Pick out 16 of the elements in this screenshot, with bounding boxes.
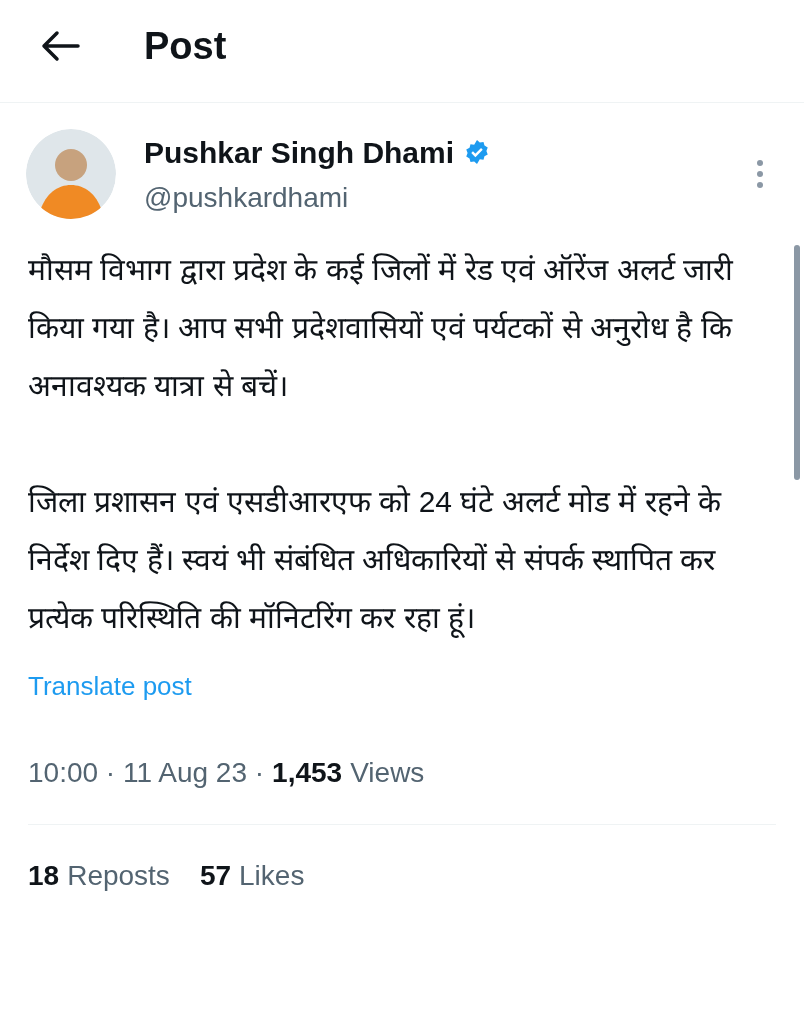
stat-count: 57	[199, 859, 232, 893]
back-arrow-icon[interactable]	[40, 30, 80, 62]
page-title: Post	[144, 23, 227, 69]
stat-label[interactable]: Likes	[239, 855, 305, 897]
more-options-icon[interactable]	[756, 159, 764, 189]
stat-label[interactable]: Reposts	[67, 855, 170, 897]
author-handle: @pushkardhami	[144, 180, 350, 215]
post-paragraph: मौसम विभाग द्वारा प्रदेश के कई जिलों में रेड एवं ऑरेंज अलर्ट जारी किया गया है। आप सभी प्रदेशवासियों एवं पर्यटकों से अनुरोध है कि अनावश्यक यात्रा से बचें।	[28, 252, 735, 404]
author-name[interactable]: Pushkar Singh Dhami	[144, 129, 455, 175]
post-paragraph: जिला प्रशासन एवं एसडीआरएफ को 24 घंटे अलर्ट मोड में रहने के निर्देश दिए हैं। स्वयं भी संबंधित अधिकारियों से संपर्क स्थापित कर प्रत्येक परिस्थिति की मॉनिटरिंग कर रहा हूं।	[28, 473, 768, 647]
views-count: 1,453	[272, 756, 343, 790]
avatar[interactable]	[26, 129, 116, 219]
scrollbar[interactable]	[794, 245, 800, 480]
post-timestamp: 10:00 · 11 Aug 23 ·	[28, 756, 265, 790]
views-label: Views	[350, 756, 425, 790]
stat-count: 18	[28, 859, 60, 893]
